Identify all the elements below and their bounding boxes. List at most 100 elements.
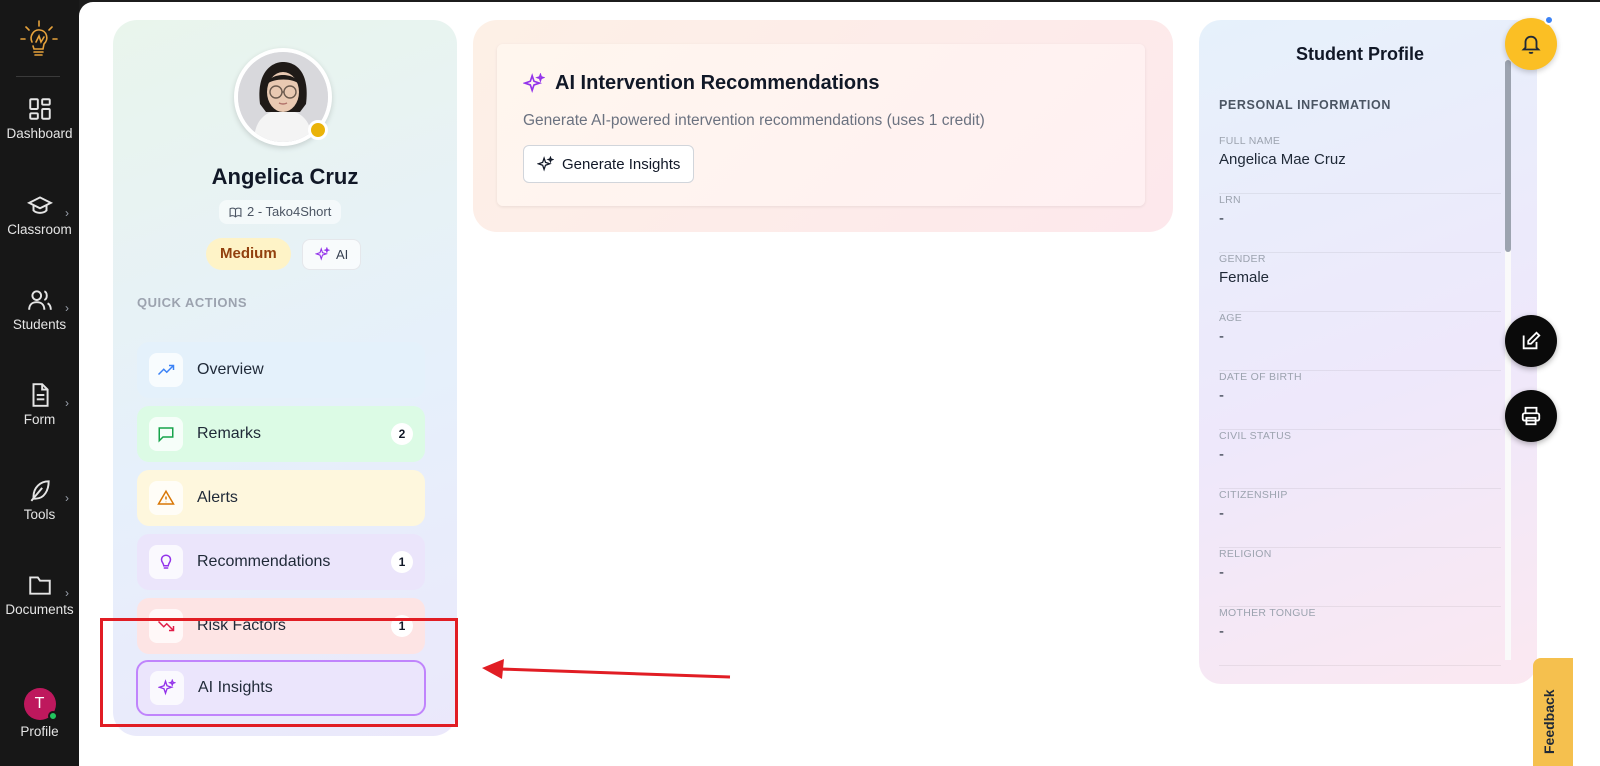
user-avatar-initial: T [34,695,45,712]
chevron-right-icon: › [65,301,69,315]
graduation-cap-icon [26,196,53,214]
field-value: - [1219,387,1224,404]
edit-profile-button[interactable] [1505,315,1557,367]
field-label: CITIZENSHIP [1219,489,1288,501]
ai-recommendations-panel: AI Intervention Recommendations Generate… [497,44,1145,206]
nav-dashboard-label: Dashboard [6,126,73,141]
ai-recommendations-card: AI Intervention Recommendations Generate… [473,20,1173,232]
quick-action-overview-label: Overview [197,361,264,378]
quick-action-alerts-label: Alerts [197,489,238,506]
nav-form-label: Form [23,412,56,427]
nav-tools-label: Tools [23,507,56,522]
ai-recommendations-description: Generate AI-powered intervention recomme… [523,112,985,129]
remarks-count-badge: 2 [391,423,413,445]
field-label: GENDER [1219,253,1266,265]
annotation-arrow [482,659,731,679]
bell-icon [1521,35,1541,54]
field-label: CIVIL STATUS [1219,430,1292,442]
nav-tools[interactable]: Tools › [0,477,79,547]
dashboard-icon [28,98,51,120]
chevron-right-icon: › [65,206,69,220]
printer-icon [1521,406,1541,426]
feedback-label: Feedback [1541,689,1557,754]
field-label: DATE OF BIRTH [1219,371,1302,383]
quick-action-recommendations-label: Recommendations [197,553,331,570]
chevron-right-icon: › [65,396,69,410]
trending-up-icon [157,364,175,376]
quick-action-alerts[interactable]: Alerts [137,470,425,526]
alert-triangle-icon [157,489,175,505]
nav-classroom-label: Classroom [7,222,72,237]
ai-recommendations-title: AI Intervention Recommendations [555,72,880,94]
risk-level-badge: Medium [206,238,291,270]
ai-recommendations-heading: AI Intervention Recommendations [523,72,880,95]
field-label: FULL NAME [1219,135,1281,147]
field-label: AGE [1219,312,1243,324]
quick-actions-title: QUICK ACTIONS [137,295,248,310]
recommendations-count-badge: 1 [391,551,413,573]
profile-field-citizenship: CITIZENSHIP - [1219,489,1501,548]
nav-students-label: Students [12,317,67,332]
ai-badge-label: AI [336,247,349,262]
nav-rail: Dashboard Classroom › Students › Form › … [0,0,79,766]
quick-action-remarks-label: Remarks [197,425,262,442]
rail-divider [16,76,60,77]
nav-dashboard[interactable]: Dashboard [0,96,79,166]
notification-dot [1544,15,1554,25]
print-button[interactable] [1505,390,1557,442]
quick-action-overview[interactable]: Overview [137,342,425,398]
profile-field-gender: GENDER Female [1219,253,1501,312]
nav-students[interactable]: Students › [0,287,79,357]
quick-action-recommendations[interactable]: Recommendations 1 [137,534,425,590]
online-status-dot [47,711,58,721]
profile-field-age: AGE - [1219,312,1501,371]
nav-profile[interactable]: T Profile [0,688,79,758]
book-open-icon [229,207,242,218]
field-label: LRN [1219,194,1241,206]
profile-scrollbar-thumb[interactable] [1505,60,1511,252]
profile-field-religion: RELIGION - [1219,548,1501,607]
feather-icon [30,480,50,502]
sparkles-icon [523,72,545,93]
field-value: - [1219,328,1224,345]
field-value: - [1219,623,1224,640]
personal-information-heading: PERSONAL INFORMATION [1219,98,1391,112]
notifications-button[interactable] [1505,18,1557,70]
status-dot [308,120,328,140]
field-value: Angelica Mae Cruz [1219,151,1346,168]
generate-insights-button[interactable]: Generate Insights [523,145,695,183]
profile-field-full-name: FULL NAME Angelica Mae Cruz [1219,135,1501,194]
document-icon [32,383,49,407]
lightbulb-logo-icon[interactable] [20,18,58,62]
sparkles-icon [315,247,330,261]
profile-field-civil-status: CIVIL STATUS - [1219,430,1501,489]
field-value: - [1219,446,1224,463]
field-value: - [1219,505,1224,522]
field-label: MOTHER TONGUE [1219,607,1316,619]
ai-badge: AI [302,239,362,270]
users-icon [27,290,52,310]
profile-field-date-of-birth: DATE OF BIRTH - [1219,371,1501,430]
field-value: - [1219,564,1224,581]
edit-icon [1522,331,1541,350]
nav-documents[interactable]: Documents › [0,572,79,642]
lightbulb-icon [160,554,172,569]
section-badge: 2 - Tako4Short [219,200,342,224]
chevron-right-icon: › [65,491,69,505]
sparkles-icon [537,155,554,171]
profile-field-lrn: LRN - [1219,194,1501,253]
section-label: 2 - Tako4Short [247,204,332,219]
nav-classroom[interactable]: Classroom › [0,192,79,262]
nav-documents-label: Documents [5,602,74,617]
field-value: Female [1219,269,1270,286]
nav-form[interactable]: Form › [0,382,79,452]
nav-profile-label: Profile [20,724,59,739]
message-square-icon [158,427,174,443]
chevron-right-icon: › [65,586,69,600]
student-name: Angelica Cruz [211,164,359,189]
student-profile-panel: Student Profile PERSONAL INFORMATION FUL… [1199,20,1537,684]
feedback-tab[interactable]: Feedback [1533,658,1573,766]
generate-insights-label: Generate Insights [562,155,681,173]
field-label: RELIGION [1219,548,1272,560]
quick-action-remarks[interactable]: Remarks 2 [137,406,425,462]
